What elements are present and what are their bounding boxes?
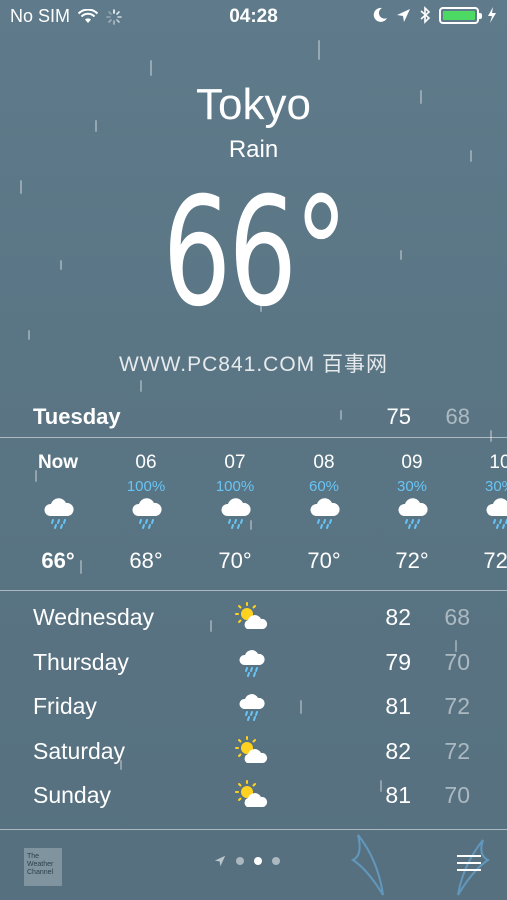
hour-temperature: 72°	[395, 548, 429, 573]
hour-temperature: 66°	[41, 548, 75, 573]
current-temperature: 66°	[0, 178, 507, 328]
location-arrow-icon	[397, 8, 410, 22]
hour-temperature: 70°	[218, 548, 252, 573]
daily-row: Friday 81 72	[33, 687, 474, 732]
page-indicator[interactable]	[214, 855, 280, 867]
today-day: Tuesday	[33, 404, 121, 429]
day-high: 81	[385, 693, 411, 719]
day-name: Thursday	[33, 648, 129, 675]
daily-row: Saturday 82 72	[33, 732, 474, 777]
hour-label: 07	[224, 452, 246, 473]
rain-cloud-icon	[44, 498, 74, 529]
status-bar: No SIM 04:28	[0, 0, 507, 34]
hour-label: 10	[489, 452, 507, 473]
day-name: Saturday	[33, 737, 126, 764]
daily-row: Sunday 81 70	[33, 776, 474, 821]
partly-sunny-icon	[235, 602, 268, 629]
day-high: 79	[385, 648, 411, 675]
hour-label: Now	[37, 452, 79, 473]
precip-chance: 100%	[126, 478, 166, 495]
hour-temperature: 72°	[483, 548, 507, 573]
page-dot[interactable]	[236, 857, 244, 865]
today-low: 68	[445, 404, 470, 429]
battery-fill	[443, 10, 475, 20]
current-temperature-value: 66°	[162, 166, 348, 340]
weather-channel-logo[interactable]: The Weather Channel	[24, 848, 62, 886]
hour-label: 06	[135, 452, 157, 473]
partly-sunny-icon	[235, 780, 268, 807]
rain-cloud-icon	[310, 498, 340, 529]
rain-cloud-icon	[132, 498, 162, 529]
rain-cloud-icon	[486, 498, 507, 529]
day-low: 70	[444, 648, 470, 675]
daily-forecast-list[interactable]: Wednesday 82 68 Thursday 79 70 Friday 81 72 Satur…	[33, 598, 474, 821]
day-high: 82	[385, 737, 411, 764]
day-low: 70	[444, 782, 470, 808]
today-high: 75	[386, 404, 411, 429]
daily-row: Thursday 79 70	[33, 643, 474, 688]
list-menu-icon[interactable]	[455, 852, 483, 874]
divider-bottom	[0, 590, 507, 591]
bottom-toolbar: The Weather Channel	[0, 830, 507, 900]
day-low: 68	[444, 604, 470, 630]
rain-cloud-icon	[239, 649, 265, 677]
bluetooth-icon	[420, 6, 431, 24]
hour-label: 08	[313, 452, 335, 473]
rain-cloud-icon	[398, 498, 428, 529]
day-low: 72	[444, 737, 470, 764]
location-arrow-icon	[214, 855, 226, 867]
today-summary: Tuesday 75 68	[33, 400, 474, 434]
hour-temperature: 68°	[129, 548, 163, 573]
hourly-forecast-strip[interactable]: Now 66° 06 100% 68° 07 100% 70° 08 60% 70° 09 30% 72°…	[0, 438, 507, 590]
day-low: 72	[444, 693, 470, 719]
status-right	[372, 6, 497, 24]
site-watermark: WWW.PC841.COM 百事网	[118, 353, 388, 376]
day-name: Sunday	[33, 782, 112, 808]
rain-cloud-icon	[221, 498, 251, 529]
rain-cloud-icon	[239, 694, 265, 721]
current-condition: Rain	[228, 136, 279, 163]
hour-temperature: 70°	[307, 548, 341, 573]
day-high: 82	[385, 604, 411, 630]
day-high: 81	[385, 782, 411, 808]
charging-bolt-icon	[488, 7, 496, 23]
page-dot[interactable]	[272, 857, 280, 865]
day-name: Friday	[33, 693, 97, 719]
day-name: Wednesday	[33, 604, 155, 630]
partly-sunny-icon	[235, 735, 268, 763]
battery-icon	[439, 6, 482, 24]
hour-label: 09	[401, 452, 423, 473]
daily-row: Wednesday 82 68	[33, 598, 474, 643]
precip-chance: 60%	[308, 478, 340, 495]
moon-icon	[373, 7, 387, 22]
precip-chance: 100%	[215, 478, 255, 495]
page-dot-active[interactable]	[254, 857, 262, 865]
precip-chance: 30%	[484, 478, 507, 495]
city-name: Tokyo	[196, 80, 311, 129]
precip-chance: 30%	[396, 478, 428, 495]
